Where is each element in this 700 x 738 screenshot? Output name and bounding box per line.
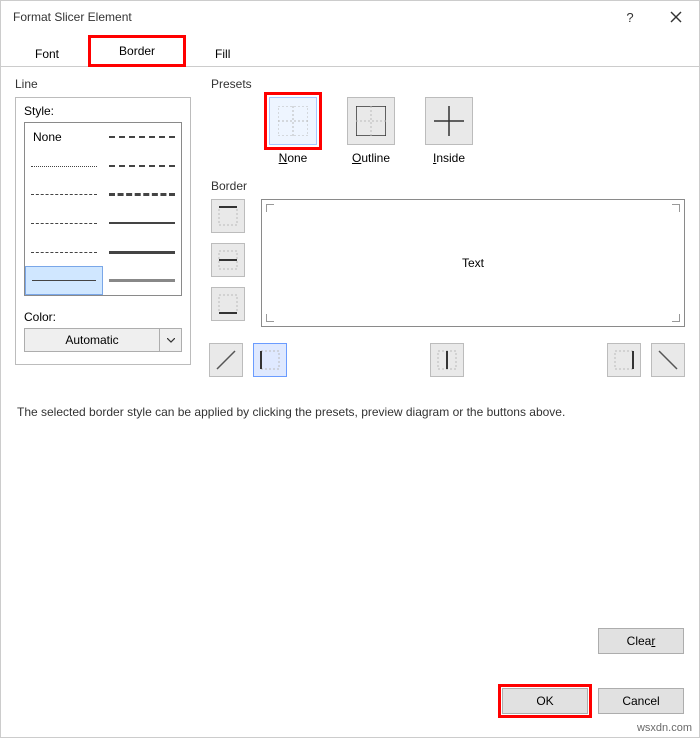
tab-border[interactable]: Border [88, 35, 186, 67]
presets-group-label: Presets [211, 77, 685, 91]
watermark: wsxdn.com [637, 722, 692, 734]
titlebar: Format Slicer Element ? [1, 1, 699, 33]
border-vmid-button[interactable] [430, 343, 464, 377]
chevron-down-icon[interactable] [160, 328, 182, 352]
window-title: Format Slicer Element [13, 10, 132, 24]
border-hmid-button[interactable] [211, 243, 245, 277]
style-swatch[interactable] [103, 180, 181, 209]
style-swatch[interactable] [103, 238, 181, 267]
border-diag-down-button[interactable] [651, 343, 685, 377]
tab-font[interactable]: Font [6, 40, 88, 67]
style-swatch[interactable] [25, 238, 103, 267]
ok-button[interactable]: OK [502, 688, 588, 714]
style-swatch[interactable] [103, 123, 181, 152]
preset-none[interactable]: None [269, 97, 317, 165]
line-group-label: Line [15, 77, 191, 91]
style-swatch[interactable] [25, 152, 103, 181]
color-label: Color: [24, 310, 56, 324]
preset-inside[interactable]: Inside [425, 97, 473, 165]
color-select[interactable]: Automatic [24, 328, 182, 352]
preset-outline-icon [347, 97, 395, 145]
border-group-label: Border [211, 179, 685, 193]
style-list[interactable]: None [24, 122, 182, 296]
border-right-button[interactable] [607, 343, 641, 377]
border-bottom-button[interactable] [211, 287, 245, 321]
preview-text: Text [462, 256, 484, 270]
border-top-button[interactable] [211, 199, 245, 233]
style-swatch[interactable] [103, 209, 181, 238]
help-button[interactable]: ? [607, 1, 653, 33]
close-icon [670, 11, 682, 23]
clear-button[interactable]: Clear [598, 628, 684, 654]
style-label: Style: [24, 104, 54, 118]
style-swatch[interactable] [103, 266, 181, 295]
border-left-button[interactable] [253, 343, 287, 377]
hint-text: The selected border style can be applied… [17, 405, 683, 419]
preset-none-icon [269, 97, 317, 145]
preset-outline[interactable]: Outline [347, 97, 395, 165]
cancel-button[interactable]: Cancel [598, 688, 684, 714]
border-preview[interactable]: Text [261, 199, 685, 327]
style-swatch-selected[interactable] [25, 266, 103, 295]
style-swatch[interactable] [103, 152, 181, 181]
color-value: Automatic [24, 328, 160, 352]
border-diag-up-button[interactable] [209, 343, 243, 377]
close-button[interactable] [653, 1, 699, 33]
tab-fill[interactable]: Fill [186, 40, 259, 67]
style-none[interactable]: None [25, 123, 103, 152]
style-swatch[interactable] [25, 209, 103, 238]
tab-strip: Font Border Fill [1, 39, 699, 67]
preset-inside-icon [425, 97, 473, 145]
style-swatch[interactable] [25, 180, 103, 209]
